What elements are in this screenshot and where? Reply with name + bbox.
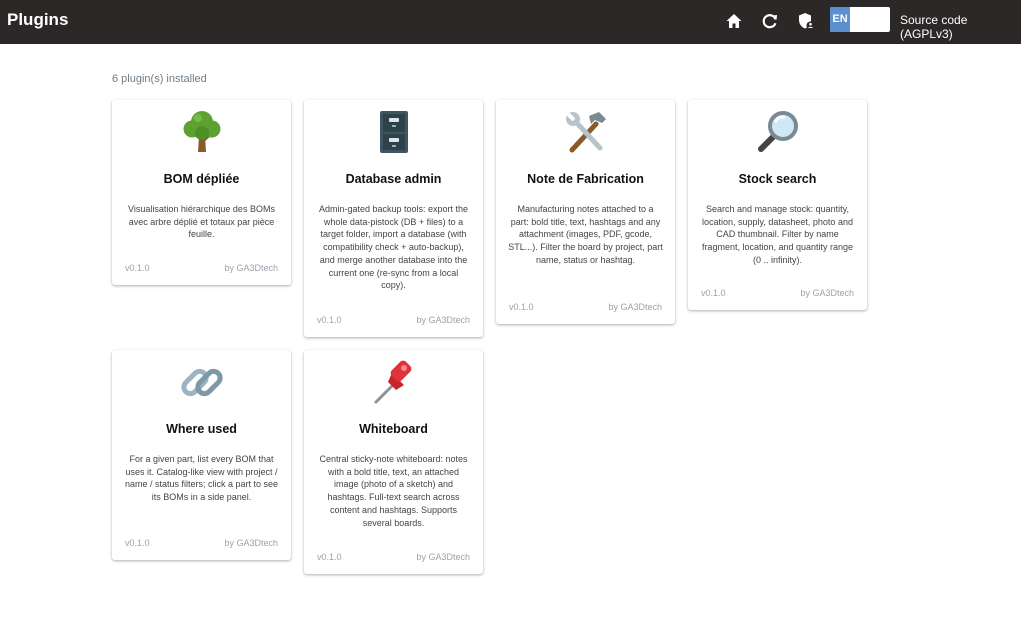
plugin-title: Database admin (345, 172, 442, 186)
file-cabinet-icon (370, 108, 418, 156)
plugin-card-bom-depliee[interactable]: BOM dépliée Visualisation hiérarchique d… (112, 100, 291, 285)
plugin-description: Central sticky-note whiteboard: notes wi… (319, 454, 468, 528)
link-icon (178, 358, 226, 406)
language-toggle[interactable]: EN (830, 7, 890, 32)
plugin-card-whiteboard[interactable]: Whiteboard Central sticky-note whiteboar… (304, 350, 483, 574)
plugin-author: by GA3Dtech (416, 315, 470, 325)
tree-icon (178, 108, 226, 156)
plugin-version: v0.1.0 (509, 302, 534, 312)
hammer-and-wrench-icon (562, 108, 610, 156)
plugin-title: Where used (166, 422, 237, 436)
plugin-card-where-used[interactable]: Where used For a given part, list every … (112, 350, 291, 560)
refresh-icon[interactable] (760, 11, 780, 31)
plugin-description: Visualisation hiérarchique des BOMs avec… (128, 204, 275, 240)
plugin-author: by GA3Dtech (224, 538, 278, 548)
shield-user-icon[interactable] (796, 11, 816, 31)
plugin-author: by GA3Dtech (224, 263, 278, 273)
plugin-author: by GA3Dtech (800, 288, 854, 298)
plugin-description: Manufacturing notes attached to a part: … (508, 204, 663, 265)
language-en-option[interactable]: EN (830, 7, 850, 32)
plugin-version: v0.1.0 (701, 288, 726, 298)
plugin-title: BOM dépliée (163, 172, 240, 186)
plugin-version: v0.1.0 (125, 538, 150, 548)
plugin-description: Search and manage stock: quantity, locat… (701, 204, 854, 265)
plugin-card-stock-search[interactable]: Stock search Search and manage stock: qu… (688, 100, 867, 310)
home-icon[interactable] (724, 11, 744, 31)
plugin-card-database-admin[interactable]: Database admin Admin-gated backup tools:… (304, 100, 483, 337)
plugin-title: Whiteboard (359, 422, 428, 436)
magnifying-glass-icon (754, 108, 802, 156)
plugin-description: Admin-gated backup tools: export the who… (318, 204, 469, 291)
plugin-author: by GA3Dtech (608, 302, 662, 312)
plugin-card-note-de-fabrication[interactable]: Note de Fabrication Manufacturing notes … (496, 100, 675, 324)
source-code-link[interactable]: Source code (AGPLv3) (900, 13, 1021, 41)
plugin-title: Note de Fabrication (527, 172, 644, 186)
page-title: Plugins (7, 10, 69, 29)
plugin-version: v0.1.0 (125, 263, 150, 273)
plugin-version: v0.1.0 (317, 315, 342, 325)
plugin-author: by GA3Dtech (416, 552, 470, 562)
top-bar: Plugins EN Source code (AGPLv3) (0, 0, 1021, 44)
installed-count: 6 plugin(s) installed (112, 73, 207, 85)
pushpin-icon (370, 358, 418, 406)
plugin-title: Stock search (738, 172, 817, 186)
plugin-description: For a given part, list every BOM that us… (124, 454, 279, 503)
plugin-version: v0.1.0 (317, 552, 342, 562)
